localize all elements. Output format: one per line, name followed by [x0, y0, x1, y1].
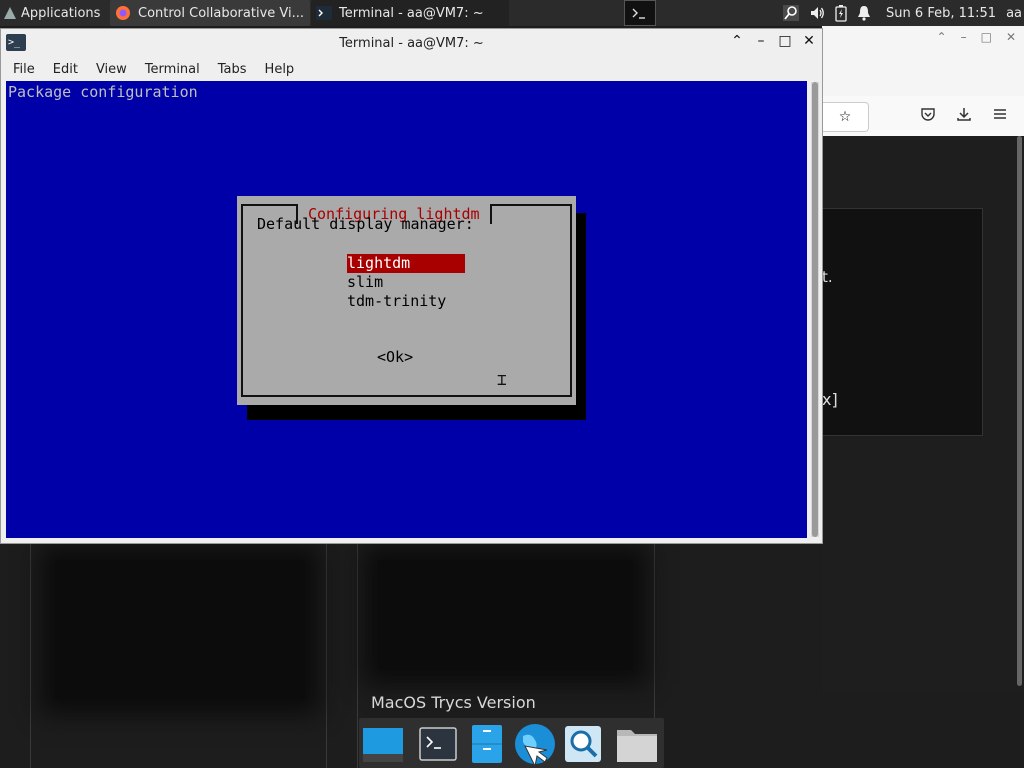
window-controls: ⌃ – □ ✕ [730, 33, 816, 49]
applications-menu-icon [4, 7, 16, 19]
terminal-titlebar[interactable]: >_ Terminal - aa@VM7: ~ ⌃ – □ ✕ [1, 29, 822, 57]
minimize-button[interactable]: – [754, 33, 768, 49]
taskbar-button-terminal[interactable]: Terminal - aa@VM7: ~ [311, 0, 509, 26]
terminal-scrollbar[interactable] [811, 82, 819, 537]
clock[interactable]: Sun 6 Feb, 11:51 [886, 6, 996, 21]
user-name[interactable]: aa [1006, 6, 1022, 21]
battery-icon[interactable] [835, 4, 847, 22]
browser-window-controls: ⌃ – □ ✕ [937, 30, 1016, 44]
search-icon[interactable] [783, 5, 800, 21]
dock [359, 718, 664, 768]
browser-tab-strip: ⌃ – □ ✕ [822, 26, 1024, 96]
search-icon[interactable] [561, 722, 605, 766]
system-tray: Sun 6 Feb, 11:51 aa [778, 0, 1024, 26]
workspace-terminal-indicator[interactable] [624, 0, 656, 26]
divider [326, 541, 327, 768]
taskbar-button-browser[interactable]: Control Collaborative Vi... [110, 0, 310, 26]
terminal-window[interactable]: >_ Terminal - aa@VM7: ~ ⌃ – □ ✕ File Edi… [0, 28, 823, 544]
dialog-prompt: Default display manager: [257, 215, 474, 233]
hamburger-menu-icon[interactable] [992, 106, 1008, 126]
desktop-label: MacOS Trycs Version [371, 693, 536, 712]
terminal-icon [315, 4, 333, 22]
volume-icon[interactable] [809, 5, 825, 21]
minimize-icon[interactable]: – [961, 30, 967, 44]
terminal-menubar: File Edit View Terminal Tabs Help [1, 57, 822, 82]
browser-toolbar: ☆ [822, 96, 1024, 137]
configure-dialog: Configuring lightdm Default display mana… [237, 196, 576, 405]
applications-menu[interactable]: Applications [0, 0, 108, 26]
desktop-shadow-card [378, 560, 633, 670]
divider [357, 541, 358, 768]
content-card [822, 208, 983, 436]
folder-icon[interactable] [615, 722, 659, 766]
bell-icon[interactable] [857, 5, 871, 21]
terminal-icon [629, 5, 651, 21]
download-icon[interactable] [956, 106, 972, 126]
firefox-icon [114, 4, 132, 22]
terminal-icon[interactable] [416, 722, 460, 766]
screen-header: Package configuration [8, 83, 198, 101]
option-lightdm[interactable]: lightdm [347, 254, 465, 273]
menu-help[interactable]: Help [265, 62, 295, 77]
browser-scrollbar[interactable] [1017, 136, 1022, 686]
terminal-screen[interactable]: Package configuration Configuring lightd… [6, 81, 807, 538]
close-icon[interactable]: ✕ [1006, 30, 1016, 44]
desktop-shadow-card [55, 560, 305, 700]
maximize-icon[interactable]: □ [981, 30, 992, 44]
pocket-icon[interactable] [920, 106, 936, 126]
maximize-button[interactable]: □ [778, 33, 792, 49]
background-browser-window[interactable]: ⌃ – □ ✕ ☆ t. x] [822, 26, 1024, 694]
menu-view[interactable]: View [96, 62, 127, 77]
option-slim[interactable]: slim [347, 273, 465, 292]
top-panel: Applications Control Collaborative Vi...… [0, 0, 1024, 26]
file-manager-icon[interactable] [465, 722, 509, 766]
browser-content: t. x] [822, 136, 1024, 694]
taskbar-label-browser: Control Collaborative Vi... [138, 5, 305, 21]
chevron-up-icon[interactable]: ⌃ [937, 30, 947, 44]
scrollbar-thumb[interactable] [812, 82, 818, 537]
taskbar-label-terminal: Terminal - aa@VM7: ~ [339, 5, 484, 21]
applications-label: Applications [21, 5, 101, 21]
browser-icon[interactable] [513, 722, 557, 766]
content-text-fragment: t. [822, 268, 833, 286]
divider [30, 541, 31, 768]
bookmark-star-icon[interactable]: ☆ [822, 102, 869, 132]
menu-terminal[interactable]: Terminal [145, 62, 200, 77]
option-tdm-trinity[interactable]: tdm-trinity [347, 292, 465, 311]
content-text-fragment: x] [822, 390, 838, 409]
close-button[interactable]: ✕ [802, 33, 816, 49]
desktop-icon[interactable] [361, 722, 405, 766]
shade-icon[interactable]: ⌃ [730, 33, 744, 49]
window-title: Terminal - aa@VM7: ~ [339, 35, 484, 51]
menu-tabs[interactable]: Tabs [218, 62, 247, 77]
text-cursor-icon: ⌶ [497, 370, 507, 389]
menu-edit[interactable]: Edit [53, 62, 78, 77]
menu-file[interactable]: File [13, 62, 35, 77]
ok-button[interactable]: <Ok> [377, 348, 413, 366]
